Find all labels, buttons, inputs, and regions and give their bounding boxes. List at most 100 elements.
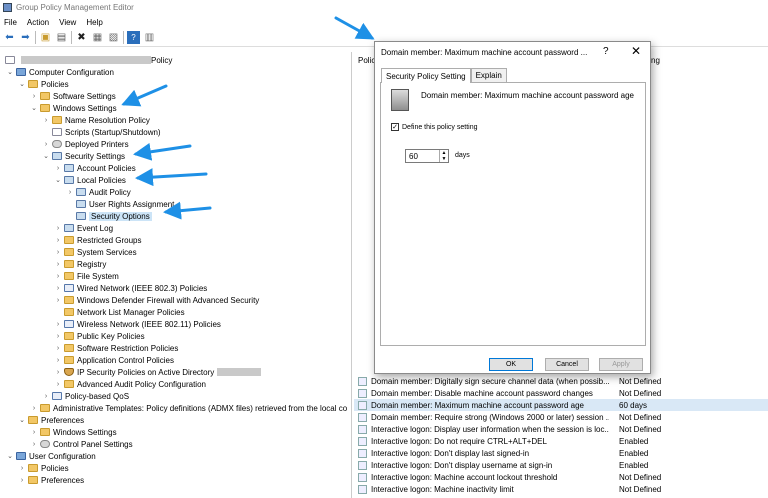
tree-item-software-settings[interactable]: › Software Settings [30,90,116,102]
tree-item-audit-policy[interactable]: › Audit Policy [66,186,131,198]
tab-explain[interactable]: Explain [470,68,507,82]
table-row[interactable]: Interactive logon: Don't display last si… [354,447,768,459]
tree-item-public-key[interactable]: › Public Key Policies [54,330,145,342]
tree-item-wired-network[interactable]: › Wired Network (IEEE 802.3) Policies [54,282,207,294]
tree-item-firewall[interactable]: › Windows Defender Firewall with Advance… [54,294,259,306]
tree-item-software-restriction[interactable]: › Software Restriction Policies [54,342,179,354]
collapsed-icon[interactable]: › [66,189,74,196]
tree-item-admin-templates[interactable]: › Administrative Templates: Policy defin… [30,402,347,414]
up-folder-icon[interactable]: ▣ [39,31,52,44]
menu-file[interactable]: File [4,18,17,27]
close-icon[interactable]: ✕ [631,44,641,58]
tree-item-preferences[interactable]: ⌄ Preferences [18,414,84,426]
help-icon[interactable]: ? [603,46,609,57]
collapsed-icon[interactable]: › [42,117,50,124]
password-age-value[interactable]: 60 [409,152,418,161]
tree-item-wireless-network[interactable]: › Wireless Network (IEEE 802.11) Policie… [54,318,221,330]
tree-item-policies[interactable]: ⌄ Policies [18,78,69,90]
menu-help[interactable]: Help [86,18,102,27]
define-policy-checkbox-row[interactable]: ✓ Define this policy setting [391,123,477,131]
expand-icon[interactable]: ⌄ [6,68,14,76]
collapsed-icon[interactable]: › [54,285,62,292]
expand-icon[interactable]: ⌄ [30,104,38,112]
expand-icon[interactable]: ⌄ [6,452,14,460]
menu-action[interactable]: Action [27,18,49,27]
collapsed-icon[interactable]: › [30,93,38,100]
table-row[interactable]: Domain member: Disable machine account p… [354,387,768,399]
tree-item-advanced-audit[interactable]: › Advanced Audit Policy Configuration [54,378,206,390]
cancel-button[interactable]: Cancel [545,358,589,371]
collapsed-icon[interactable]: › [54,369,62,376]
properties-icon[interactable]: ▦ [91,31,104,44]
collapsed-icon[interactable]: › [54,261,62,268]
back-icon[interactable]: ⬅ [3,31,16,44]
tree-item-windows-settings[interactable]: ⌄ Windows Settings [30,102,117,114]
tree-item-security-options[interactable]: Security Options [66,210,152,222]
tree-item-policy-qos[interactable]: › Policy-based QoS [42,390,129,402]
tree-item-account-policies[interactable]: › Account Policies [54,162,136,174]
collapsed-icon[interactable]: › [30,405,38,412]
apply-button[interactable]: Apply [599,358,643,371]
column-header-security-setting[interactable]: ng [651,56,660,68]
collapsed-icon[interactable]: › [42,141,50,148]
tree-item-registry[interactable]: › Registry [54,258,107,270]
stepper-down-icon[interactable]: ▼ [440,156,448,162]
tree-item-system-services[interactable]: › System Services [54,246,137,258]
view-icon[interactable]: ▥ [143,31,156,44]
show-hide-tree-icon[interactable]: ▤ [55,31,68,44]
tree-item-application-control[interactable]: › Application Control Policies [54,354,174,366]
tree-item-deployed-printers[interactable]: › Deployed Printers [42,138,129,150]
table-row[interactable]: Interactive logon: Don't display usernam… [354,459,768,471]
delete-icon[interactable]: ✖ [75,31,88,44]
tree-item-security-settings[interactable]: ⌄ Security Settings [42,150,125,162]
expand-icon[interactable]: ⌄ [18,416,26,424]
export-icon[interactable]: ▧ [107,31,120,44]
ok-button[interactable]: OK [489,358,533,371]
tree-item-name-resolution-policy[interactable]: › Name Resolution Policy [42,114,150,126]
collapsed-icon[interactable]: › [54,321,62,328]
tree-item-computer-configuration[interactable]: ⌄ Computer Configuration [6,66,114,78]
collapsed-icon[interactable]: › [54,165,62,172]
collapsed-icon[interactable]: › [54,249,62,256]
collapsed-icon[interactable]: › [54,333,62,340]
table-row[interactable]: Interactive logon: Machine account locko… [354,471,768,483]
define-policy-checkbox[interactable]: ✓ [391,123,399,131]
collapsed-icon[interactable]: › [54,225,62,232]
menu-view[interactable]: View [59,18,76,27]
collapsed-icon[interactable]: › [30,429,38,436]
collapsed-icon[interactable]: › [42,393,50,400]
tree-item-user-policies[interactable]: › Policies [18,462,69,474]
collapsed-icon[interactable]: › [54,381,62,388]
table-row[interactable]: Domain member: Digitally sign secure cha… [354,375,768,387]
tree-item-local-policies[interactable]: ⌄ Local Policies [54,174,126,186]
collapsed-icon[interactable]: › [18,465,26,472]
collapsed-icon[interactable]: › [54,273,62,280]
table-row[interactable]: Interactive logon: Display user informat… [354,423,768,435]
tree-item-scripts[interactable]: Scripts (Startup/Shutdown) [42,126,161,138]
tree-item-user-preferences[interactable]: › Preferences [18,474,84,486]
tree-item-restricted-groups[interactable]: › Restricted Groups [54,234,142,246]
expand-icon[interactable]: ⌄ [18,80,26,88]
table-row[interactable]: Domain member: Require strong (Windows 2… [354,411,768,423]
table-row[interactable]: Interactive logon: Do not require CTRL+A… [354,435,768,447]
expand-icon[interactable]: ⌄ [42,152,50,160]
column-header-policy[interactable]: Polic [358,56,375,68]
tree-item-user-configuration[interactable]: ⌄ User Configuration [6,450,96,462]
expand-icon[interactable]: ⌄ [54,176,62,184]
tree-item-event-log[interactable]: › Event Log [54,222,113,234]
collapsed-icon[interactable]: › [54,357,62,364]
password-age-stepper[interactable]: 60 ▲ ▼ [405,149,449,163]
tree-item-network-list[interactable]: Network List Manager Policies [54,306,185,318]
tree-item-control-panel-settings[interactable]: › Control Panel Settings [30,438,133,450]
table-row[interactable]: Interactive logon: Machine inactivity li… [354,483,768,495]
collapsed-icon[interactable]: › [54,345,62,352]
collapsed-icon[interactable]: › [54,237,62,244]
tree-item-file-system[interactable]: › File System [54,270,119,282]
help-icon[interactable]: ? [127,31,140,44]
tree-item-ip-security[interactable]: › IP Security Policies on Active Directo… [54,366,262,378]
tree-item-user-rights-assignment[interactable]: User Rights Assignment [66,198,174,210]
collapsed-icon[interactable]: › [18,477,26,484]
table-row[interactable]: Domain member: Maximum machine account p… [354,399,768,411]
collapsed-icon[interactable]: › [54,297,62,304]
forward-icon[interactable]: ➡ [19,31,32,44]
